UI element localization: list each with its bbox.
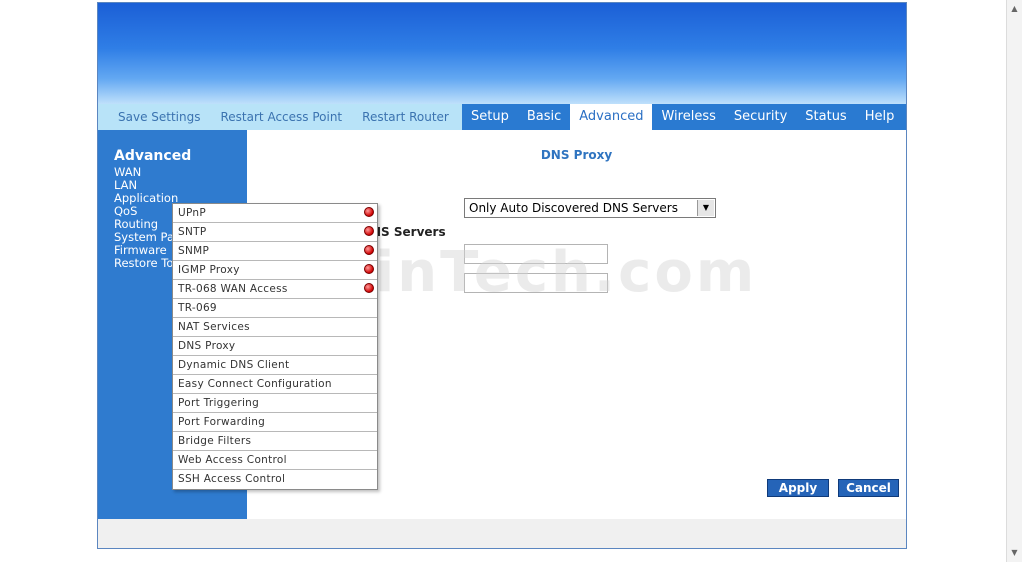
dns-mode-select-value: Only Auto Discovered DNS Servers	[469, 201, 678, 215]
header-banner	[98, 3, 906, 104]
top-navigation: Save Settings Restart Access Point Resta…	[98, 104, 906, 130]
page-title: DNS Proxy	[540, 148, 613, 162]
dns-servers-label: NS Servers	[371, 225, 446, 239]
save-settings-link[interactable]: Save Settings	[118, 110, 201, 124]
menu-item-web-access-control[interactable]: Web Access Control	[173, 451, 377, 470]
tab-advanced[interactable]: Advanced	[570, 104, 653, 130]
page-scrollbar[interactable]: ▲ ▼	[1006, 0, 1022, 562]
restart-router-link[interactable]: Restart Router	[362, 110, 449, 124]
advanced-flyout-menu: UPnP SNTP SNMP IGMP Proxy TR-068 WAN Acc…	[172, 203, 378, 490]
utility-links: Save Settings Restart Access Point Resta…	[98, 104, 462, 130]
footer-bar	[98, 519, 906, 548]
menu-item-port-triggering[interactable]: Port Triggering	[173, 394, 377, 413]
menu-item-snmp[interactable]: SNMP	[173, 242, 377, 261]
menu-item-port-forwarding[interactable]: Port Forwarding	[173, 413, 377, 432]
tab-security[interactable]: Security	[725, 104, 796, 130]
tab-status[interactable]: Status	[796, 104, 855, 130]
chevron-down-icon[interactable]: ▼	[697, 200, 714, 216]
scroll-up-icon[interactable]: ▲	[1008, 2, 1021, 16]
primary-dns-input[interactable]	[464, 244, 608, 264]
red-status-icon	[364, 264, 374, 274]
menu-item-nat-services[interactable]: NAT Services	[173, 318, 377, 337]
red-status-icon	[364, 283, 374, 293]
menu-item-dynamic-dns-client[interactable]: Dynamic DNS Client	[173, 356, 377, 375]
menu-item-ssh-access-control[interactable]: SSH Access Control	[173, 470, 377, 489]
red-status-icon	[364, 226, 374, 236]
scroll-down-icon[interactable]: ▼	[1008, 546, 1021, 560]
menu-item-upnp[interactable]: UPnP	[173, 204, 377, 223]
tab-help[interactable]: Help	[856, 104, 904, 130]
menu-item-tr068-wan-access[interactable]: TR-068 WAN Access	[173, 280, 377, 299]
sidebar-heading: Advanced	[114, 148, 192, 164]
secondary-dns-input[interactable]	[464, 273, 608, 293]
menu-item-sntp[interactable]: SNTP	[173, 223, 377, 242]
menu-item-dns-proxy[interactable]: DNS Proxy	[173, 337, 377, 356]
cancel-button[interactable]: Cancel	[838, 479, 899, 497]
main-tabs: Setup Basic Advanced Wireless Security S…	[462, 104, 906, 130]
dns-mode-select[interactable]: Only Auto Discovered DNS Servers ▼	[464, 198, 716, 218]
apply-button[interactable]: Apply	[767, 479, 829, 497]
red-status-icon	[364, 207, 374, 217]
tab-basic[interactable]: Basic	[518, 104, 570, 130]
menu-item-tr069[interactable]: TR-069	[173, 299, 377, 318]
menu-item-igmp-proxy[interactable]: IGMP Proxy	[173, 261, 377, 280]
tab-setup[interactable]: Setup	[462, 104, 518, 130]
menu-item-easy-connect-configuration[interactable]: Easy Connect Configuration	[173, 375, 377, 394]
red-status-icon	[364, 245, 374, 255]
sidebar-item-restore[interactable]: Restore To	[114, 257, 178, 270]
tab-wireless[interactable]: Wireless	[652, 104, 724, 130]
restart-access-point-link[interactable]: Restart Access Point	[221, 110, 343, 124]
menu-item-bridge-filters[interactable]: Bridge Filters	[173, 432, 377, 451]
